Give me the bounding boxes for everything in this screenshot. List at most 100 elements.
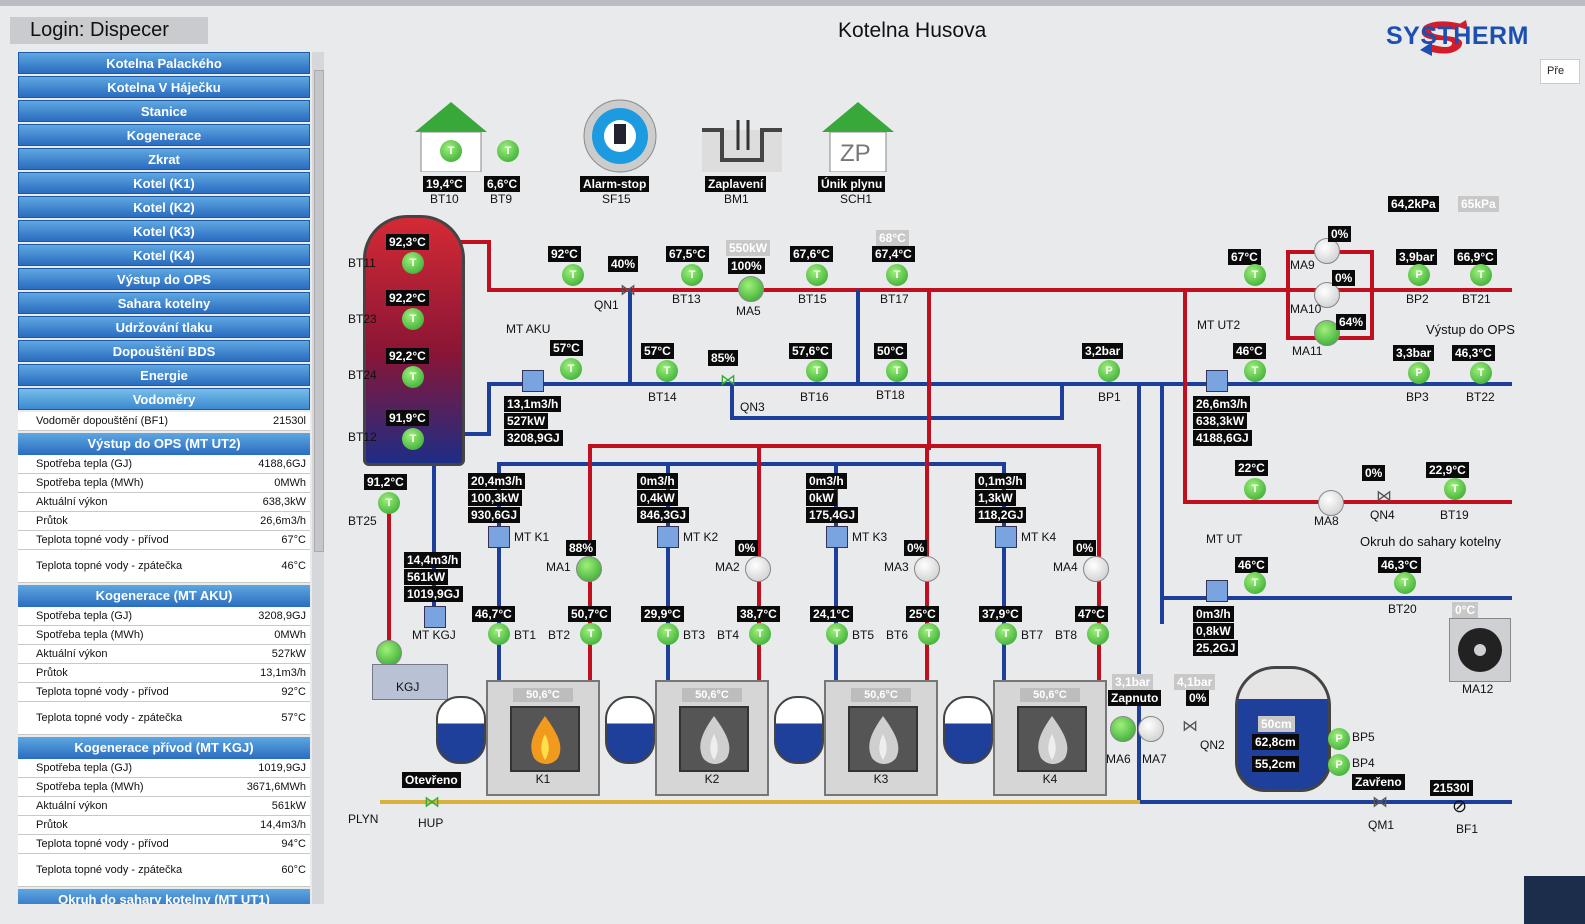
sensor-bt21[interactable]: T xyxy=(1470,264,1492,286)
boiler-supply-sensor[interactable]: T xyxy=(580,623,602,645)
pump-kgj[interactable] xyxy=(376,640,402,666)
section-header[interactable]: Kogenerace přívod (MT KGJ) xyxy=(18,737,310,759)
nav-item[interactable]: Kotel (K3) xyxy=(18,220,310,242)
sensor-bt15[interactable]: T xyxy=(806,264,828,286)
sensor-bt23[interactable]: T xyxy=(402,308,424,330)
sensor-bp1[interactable]: P xyxy=(1098,360,1120,382)
valve-qn3-icon[interactable]: ⋈ xyxy=(720,370,736,390)
sensor-bt17[interactable]: T xyxy=(886,264,908,286)
value-qn1: 40% xyxy=(608,256,639,272)
boiler-pump[interactable] xyxy=(576,556,602,582)
valve-qn4-icon[interactable]: ⋈ xyxy=(1376,486,1392,506)
heat-meter-icon[interactable] xyxy=(826,526,848,548)
nav-item[interactable]: Kotel (K4) xyxy=(18,244,310,266)
nav-item[interactable]: Stanice xyxy=(18,100,310,122)
valve-qn1-icon[interactable]: ⋈ xyxy=(620,280,636,300)
data-row: Aktuální výkon 638,3kW xyxy=(18,493,310,512)
section-header[interactable]: Výstup do OPS (MT UT2) xyxy=(18,433,310,455)
nav-item[interactable]: Vodoměry xyxy=(18,388,310,410)
nav-item[interactable]: Zkrat xyxy=(18,148,310,170)
boiler-supply-sensor[interactable]: T xyxy=(749,623,771,645)
boiler-unit[interactable]: 50,6°C K4 xyxy=(993,680,1107,796)
heat-meter-kgj-icon[interactable] xyxy=(424,606,446,628)
boiler-pump[interactable] xyxy=(745,556,771,582)
sensor-ut-return[interactable]: T xyxy=(1244,572,1266,594)
valve-hup-icon[interactable]: ⋈ xyxy=(424,792,440,812)
nav-item[interactable]: Kotel (K2) xyxy=(18,196,310,218)
pump-ma6[interactable] xyxy=(1110,716,1136,742)
heat-meter-ut-icon[interactable] xyxy=(1206,580,1228,602)
nav-item[interactable]: Kotel (K1) xyxy=(18,172,310,194)
side-tab[interactable]: Pře xyxy=(1540,59,1580,84)
flame-off-icon xyxy=(1017,706,1087,772)
sensor-bp2[interactable]: P xyxy=(1408,264,1430,286)
sensor-bt16[interactable]: T xyxy=(806,360,828,382)
boiler-return-sensor[interactable]: T xyxy=(488,623,510,645)
fan-ma12[interactable] xyxy=(1449,618,1511,682)
sensor-aku-return[interactable]: T xyxy=(560,358,582,380)
boiler-name: K4 xyxy=(1042,772,1058,786)
sensor-ut2-return[interactable]: T xyxy=(1244,360,1266,382)
sensor-bp3[interactable]: P xyxy=(1408,362,1430,384)
sensor-bt18[interactable]: T xyxy=(886,360,908,382)
sensor-bt20[interactable]: T xyxy=(1394,572,1416,594)
pump-ma5[interactable] xyxy=(738,276,764,302)
boiler-supply-sensor[interactable]: T xyxy=(918,623,940,645)
expansion-vessel xyxy=(436,696,486,764)
boiler-pump[interactable] xyxy=(914,556,940,582)
sensor-supply[interactable]: T xyxy=(562,264,584,286)
boiler-pump-label: MA3 xyxy=(884,560,909,574)
flow-meter-bf1-icon[interactable]: ⊘ xyxy=(1452,796,1467,817)
label-ma8: MA8 xyxy=(1314,514,1339,528)
sensor-bt11[interactable]: T xyxy=(402,252,424,274)
heat-meter-ut2-icon[interactable] xyxy=(1206,370,1228,392)
nav-item[interactable]: Kotelna V Háječku xyxy=(18,76,310,98)
alarm-stop-icon[interactable] xyxy=(582,98,658,174)
heat-meter-icon[interactable] xyxy=(488,526,510,548)
sensor-ut2-supply[interactable]: T xyxy=(1244,264,1266,286)
heat-meter-icon[interactable] xyxy=(657,526,679,548)
boiler-pump[interactable] xyxy=(1083,556,1109,582)
boiler-return-sensor[interactable]: T xyxy=(826,623,848,645)
nav-item[interactable]: Energie xyxy=(18,364,310,386)
sensor-bt24[interactable]: T xyxy=(402,366,424,388)
sensor-bp5[interactable]: P xyxy=(1328,728,1350,750)
boiler-return-sensor[interactable]: T xyxy=(995,623,1017,645)
sensor-bt14[interactable]: T xyxy=(656,360,678,382)
sensor-bt22[interactable]: T xyxy=(1470,362,1492,384)
pump-ma8[interactable] xyxy=(1318,490,1344,516)
boiler-unit[interactable]: 50,6°C K1 xyxy=(486,680,600,796)
value-bt18: 50°C xyxy=(874,343,907,359)
corner-widget[interactable] xyxy=(1524,876,1585,924)
section-header-cut[interactable]: Okruh do sahary kotelny (MT UT1) xyxy=(18,889,310,904)
nav-list: Kotelna Palackého Kotelna V Háječku Stanic… xyxy=(18,52,310,410)
valve-qm1-icon[interactable]: ⋈ xyxy=(1372,792,1388,812)
nav-item[interactable]: Kotelna Palackého xyxy=(18,52,310,74)
boiler-supply-sensor[interactable]: T xyxy=(1087,623,1109,645)
sensor-bt25[interactable]: T xyxy=(378,492,400,514)
section-header[interactable]: Kogenerace (MT AKU) xyxy=(18,585,310,607)
nav-item[interactable]: Výstup do OPS xyxy=(18,268,310,290)
pipe-return-vertical xyxy=(1160,384,1164,624)
sensor-bt10[interactable]: T xyxy=(440,140,462,162)
nav-item[interactable]: Udržování tlaku xyxy=(18,316,310,338)
pump-ma7[interactable] xyxy=(1138,716,1164,742)
sensor-bt12[interactable]: T xyxy=(402,428,424,450)
sensor-ut-supply[interactable]: T xyxy=(1244,478,1266,500)
nav-item[interactable]: Kogenerace xyxy=(18,124,310,146)
valve-qn2-icon[interactable]: ⋈ xyxy=(1182,716,1198,736)
sensor-bt13[interactable]: T xyxy=(681,264,703,286)
nav-item[interactable]: Dopouštění BDS xyxy=(18,340,310,362)
boiler-unit[interactable]: 50,6°C K3 xyxy=(824,680,938,796)
heat-meter-aku-icon[interactable] xyxy=(522,370,544,392)
sensor-bt9[interactable]: T xyxy=(497,140,519,162)
sensor-bp4[interactable]: P xyxy=(1328,754,1350,776)
nav-item[interactable]: Sahara kotelny xyxy=(18,292,310,314)
sensor-bt19[interactable]: T xyxy=(1444,478,1466,500)
boiler-return-sensor[interactable]: T xyxy=(657,623,679,645)
boiler-unit[interactable]: 50,6°C K2 xyxy=(655,680,769,796)
scrollbar-thumb[interactable] xyxy=(314,70,324,552)
panel-scrollbar[interactable] xyxy=(312,52,324,904)
heat-meter-icon[interactable] xyxy=(995,526,1017,548)
boiler-flow: 0m3/h xyxy=(806,473,847,489)
